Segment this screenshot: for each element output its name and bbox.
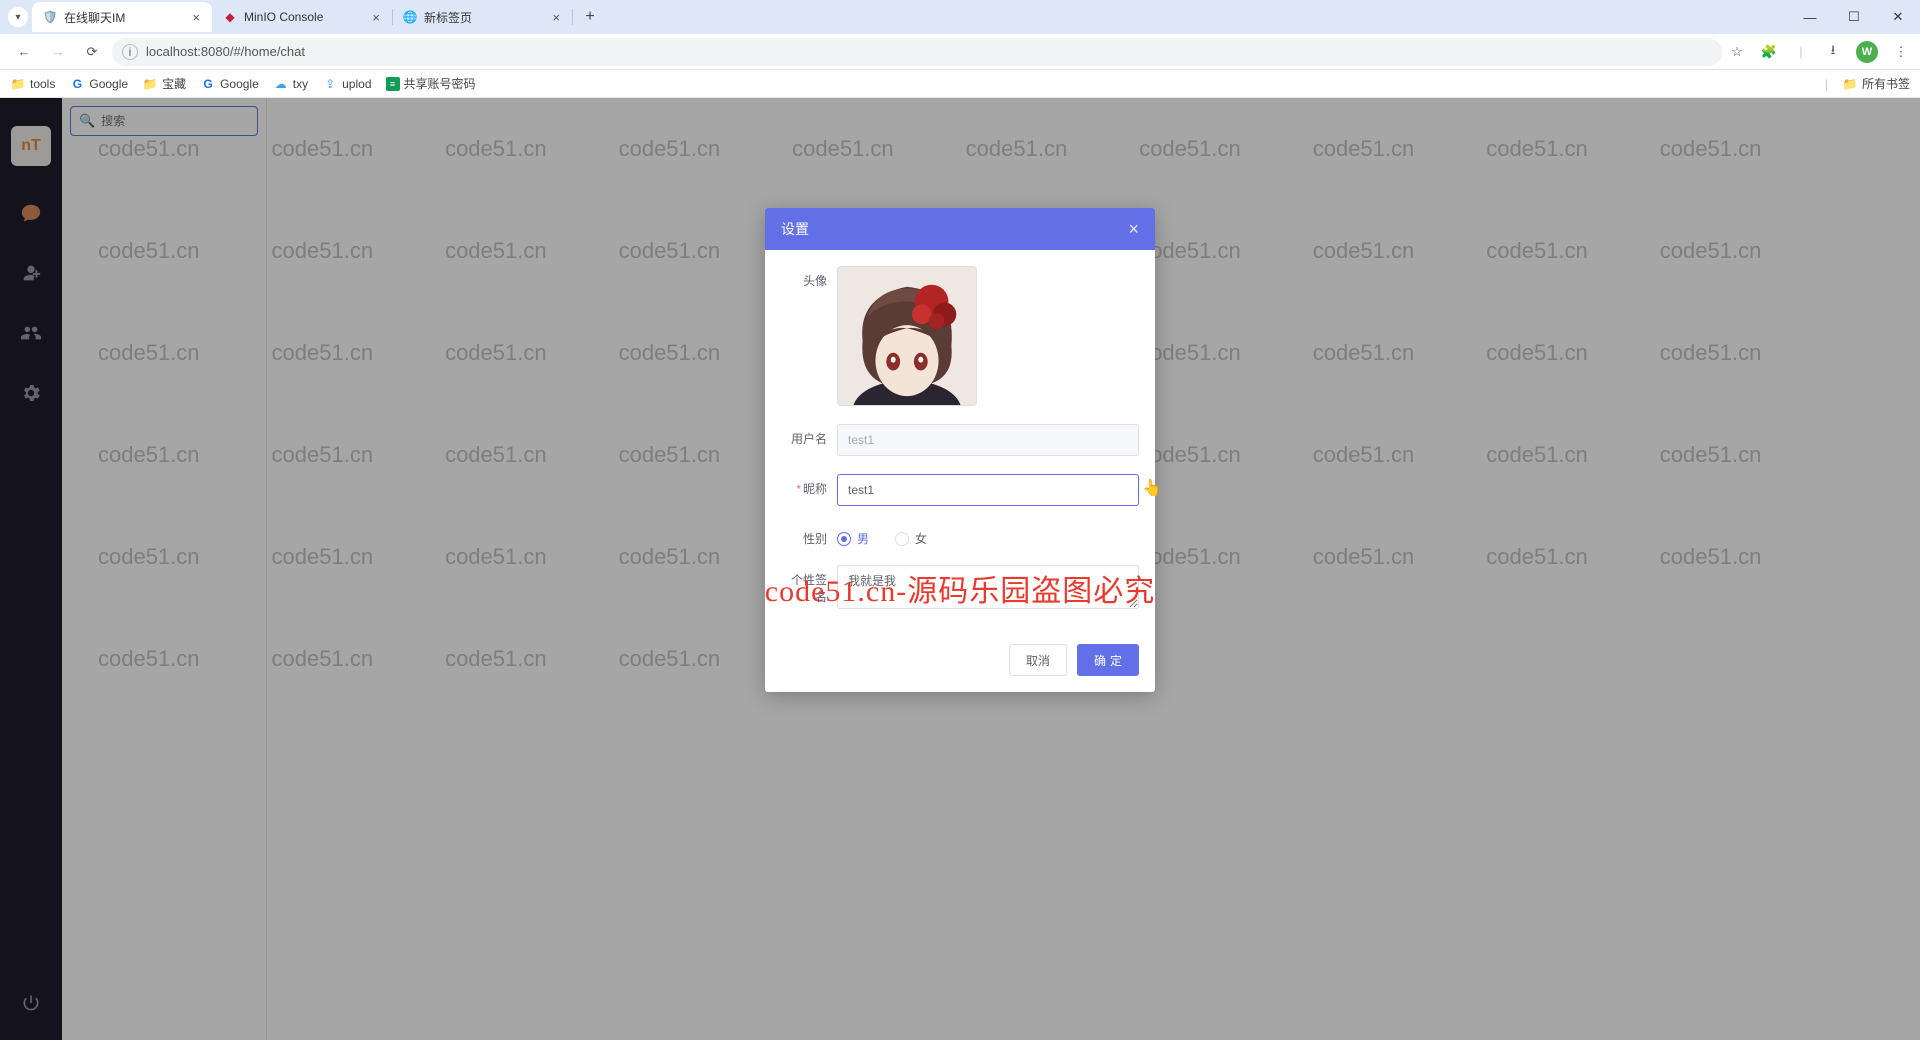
modal-title: 设置 [781,219,1128,239]
bookmark-share[interactable]: ≡共享账号密码 [386,75,476,92]
app-root: nT 🔍 code51.cncode51.cncode51.cncode51.c… [0,98,1920,1040]
nickname-input[interactable] [837,474,1139,506]
extensions-icon[interactable]: 🧩 [1760,43,1778,61]
radio-dot-icon [895,532,909,546]
bookmark-upload[interactable]: ⇪uplod [322,76,371,92]
close-icon[interactable]: × [550,10,562,25]
all-bookmarks[interactable]: 📁所有书签 [1842,75,1910,92]
bookmark-treasure[interactable]: 📁宝藏 [142,75,186,92]
sheet-icon: ≡ [386,77,400,91]
tab-bar: ▾ 🛡️ 在线聊天IM × ◆ MinIO Console × 🌐 新标签页 ×… [0,0,1920,34]
window-controls: — ☐ ✕ [1788,0,1920,34]
gender-radio-female[interactable]: 女 [895,530,927,547]
tab-im[interactable]: 🛡️ 在线聊天IM × [32,2,212,32]
close-icon[interactable]: × [1128,219,1139,240]
forward-button[interactable]: → [44,38,72,66]
download-icon[interactable]: ⭳ [1824,43,1842,61]
gender-radio-male[interactable]: 男 [837,530,869,547]
close-icon[interactable]: × [190,10,202,25]
nickname-label: *昵称 [781,474,837,497]
profile-avatar[interactable]: W [1856,41,1878,63]
radio-dot-icon [837,532,851,546]
upload-icon: ⇪ [322,76,338,92]
modal-header: 设置 × [765,208,1155,250]
folder-icon: 📁 [1842,76,1858,92]
tab-title: MinIO Console [244,10,364,24]
favicon-minio: ◆ [222,9,238,25]
folder-icon: 📁 [142,76,158,92]
google-icon: G [200,76,216,92]
tab-title: 在线聊天IM [64,9,184,26]
tab-title: 新标签页 [424,9,544,26]
modal-mask[interactable]: 设置 × 头像 [0,98,1920,1040]
favicon-im: 🛡️ [42,9,58,25]
ok-button[interactable]: 确定 [1077,644,1139,676]
signature-textarea[interactable] [837,565,1139,609]
close-window-button[interactable]: ✕ [1876,0,1920,34]
avatar-label: 头像 [781,266,837,289]
folder-icon: 📁 [10,76,26,92]
reload-button[interactable]: ⟳ [78,38,106,66]
close-icon[interactable]: × [370,10,382,25]
star-icon[interactable]: ☆ [1728,43,1746,61]
browser-chrome: ▾ 🛡️ 在线聊天IM × ◆ MinIO Console × 🌐 新标签页 ×… [0,0,1920,98]
divider: | [1792,43,1810,61]
address-bar: ← → ⟳ i localhost:8080/#/home/chat ☆ 🧩 |… [0,34,1920,70]
bookmark-google2[interactable]: GGoogle [200,76,259,92]
google-icon: G [69,76,85,92]
tab-new[interactable]: 🌐 新标签页 × [392,2,572,32]
minimize-button[interactable]: — [1788,0,1832,34]
bookmark-google[interactable]: GGoogle [69,76,128,92]
menu-icon[interactable]: ⋮ [1892,43,1910,61]
cancel-button[interactable]: 取消 [1009,644,1067,676]
avatar-image [838,267,976,405]
site-info-icon[interactable]: i [122,44,138,60]
cloud-icon: ☁ [273,76,289,92]
username-input [837,424,1139,456]
favicon-globe: 🌐 [402,9,418,25]
avatar-upload[interactable] [837,266,977,406]
back-button[interactable]: ← [10,38,38,66]
username-label: 用户名 [781,424,837,447]
gender-label: 性别 [781,524,837,547]
tab-dropdown[interactable]: ▾ [8,7,28,27]
bookmark-txy[interactable]: ☁txy [273,76,308,92]
bookmark-tools[interactable]: 📁tools [10,76,55,92]
tab-minio[interactable]: ◆ MinIO Console × [212,2,392,32]
signature-label: 个性签名 [781,565,837,605]
bookmark-bar: 📁tools GGoogle 📁宝藏 GGoogle ☁txy ⇪uplod ≡… [0,70,1920,98]
new-tab-button[interactable]: + [576,3,604,31]
settings-modal: 设置 × 头像 [765,208,1155,692]
omnibox[interactable]: i localhost:8080/#/home/chat [112,38,1722,66]
maximize-button[interactable]: ☐ [1832,0,1876,34]
url-text: localhost:8080/#/home/chat [146,44,305,59]
